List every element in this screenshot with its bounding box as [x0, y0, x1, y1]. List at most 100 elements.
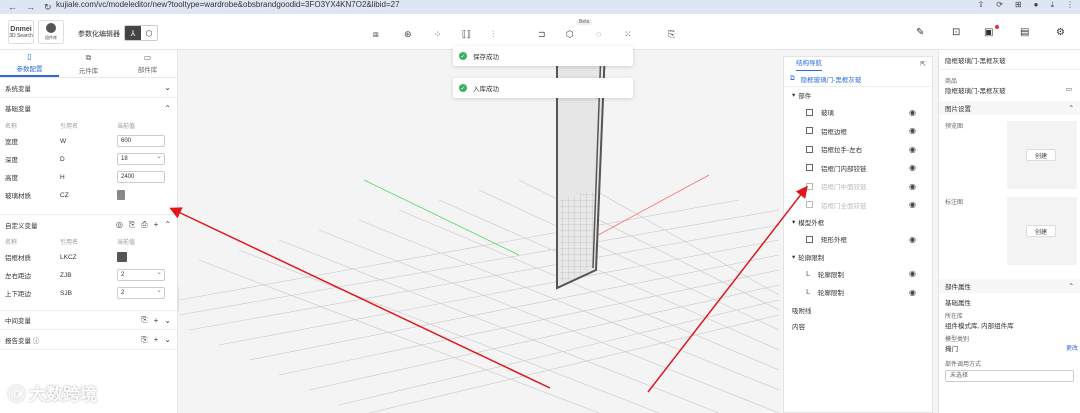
- tab-part-lib[interactable]: ▭ 部件库: [118, 50, 177, 77]
- nav-item[interactable]: 铝框边框 ◉: [784, 122, 932, 141]
- folder-icon[interactable]: ▭: [1066, 85, 1072, 95]
- grid-tool-icon[interactable]: ⁘: [434, 29, 442, 40]
- bracket-tool-icon[interactable]: ⟦⟧: [462, 29, 471, 40]
- var-row-lr-margin: 左右距边 ZJB 2: [0, 266, 177, 284]
- report-vars-header[interactable]: 报告变量 ⓘ ⎘ + ⌄: [0, 330, 177, 350]
- tab-component-lib[interactable]: ⧉ 元件库: [59, 50, 118, 77]
- create-annotation-button[interactable]: 创建: [1026, 225, 1056, 237]
- eye-icon[interactable]: ◉: [909, 182, 916, 191]
- height-input[interactable]: 2400: [117, 171, 165, 183]
- pencil-icon[interactable]: ✎: [916, 27, 924, 38]
- custom-vars-header[interactable]: 自定义变量 ◎ ⎘ ⎙ + ⌃: [0, 214, 177, 234]
- chevron-up-icon[interactable]: ⌃: [164, 104, 171, 113]
- help-icon[interactable]: ⓘ: [33, 338, 40, 345]
- back-icon[interactable]: ←: [8, 2, 17, 13]
- nav-item[interactable]: 铝框门中面铰链 ◉: [784, 177, 932, 196]
- export-icon[interactable]: ⎙: [141, 220, 147, 230]
- share-icon[interactable]: ⇧: [978, 0, 985, 10]
- reload-page-icon[interactable]: ⟳: [996, 0, 1003, 10]
- frame-material-swatch[interactable]: [117, 252, 127, 262]
- reload-icon[interactable]: ↻: [44, 2, 52, 13]
- model-mode-icon[interactable]: ⬡: [141, 26, 157, 40]
- doc-tool-icon[interactable]: ⎘: [668, 29, 675, 40]
- nav-item[interactable]: 铝框门全面铰链 ◉: [784, 196, 932, 215]
- nav-item[interactable]: ᒪ 轮廓限制 ◉: [784, 283, 932, 302]
- nav-group-content[interactable]: 内容: [784, 318, 932, 334]
- chevron-down-icon[interactable]: ⌄: [164, 335, 171, 344]
- chevron-down-icon[interactable]: ⌄: [164, 316, 171, 325]
- nav-item[interactable]: 铝框门内部铰链 ◉: [784, 159, 932, 178]
- eye-icon[interactable]: ◉: [909, 288, 916, 297]
- nav-group-model-frame[interactable]: ▾ 模型外框: [784, 214, 932, 230]
- change-link[interactable]: 更改: [1066, 343, 1078, 352]
- mode-toggle[interactable]: ⅄ ⬡: [124, 25, 158, 41]
- menu-icon[interactable]: ⋮: [1066, 0, 1074, 10]
- brand-logo[interactable]: Dnmei 3D Search: [8, 20, 34, 44]
- chevron-up-icon[interactable]: ⌃: [164, 220, 171, 229]
- nav-group-adsorption[interactable]: 吸附线: [784, 302, 932, 318]
- settings-icon[interactable]: ⚙: [1056, 27, 1065, 38]
- var-row-tb-margin: 上下距边 SJB 2: [0, 284, 177, 302]
- forward-icon[interactable]: →: [26, 2, 35, 13]
- eye-icon[interactable]: ◉: [909, 145, 916, 154]
- popout-icon[interactable]: ⇱: [920, 60, 926, 68]
- scatter-tool-icon[interactable]: ⁙: [624, 29, 632, 40]
- image-settings-header[interactable]: 图片设置 ⌃: [939, 101, 1080, 115]
- report-icon[interactable]: ▣: [984, 27, 993, 38]
- nav-group-parts[interactable]: ▾ 部件: [784, 87, 932, 103]
- glass-material-swatch[interactable]: [117, 190, 125, 200]
- part-icon: [806, 127, 813, 135]
- library-logo[interactable]: 组件库: [38, 20, 64, 44]
- beta-badge: Beta: [576, 19, 593, 25]
- tab-param-config[interactable]: ▯ 参数配置: [0, 50, 59, 77]
- 3d-viewport[interactable]: [179, 50, 779, 413]
- extensions-icon[interactable]: ⊞: [1015, 0, 1022, 10]
- chevron-down-icon[interactable]: ⌄: [164, 83, 171, 92]
- box-tool-icon[interactable]: ⬡: [566, 29, 574, 40]
- eye-icon[interactable]: ◉: [909, 163, 916, 172]
- profile-icon[interactable]: ●: [1034, 0, 1039, 10]
- import-icon[interactable]: ⎘: [129, 220, 135, 230]
- hook-tool-icon[interactable]: ⊐: [538, 29, 546, 40]
- basic-vars-header[interactable]: 基础变量 ⌃: [0, 98, 177, 118]
- add-icon[interactable]: +: [154, 316, 159, 325]
- add-icon[interactable]: +: [154, 220, 159, 229]
- system-vars-header[interactable]: 系统变量 ⌄: [0, 78, 177, 98]
- chart-icon[interactable]: ⊡: [952, 27, 960, 38]
- chevron-up-icon[interactable]: ⌃: [1069, 282, 1074, 290]
- target-icon[interactable]: ◎: [116, 220, 123, 229]
- layers-icon: ⧉: [790, 74, 795, 82]
- var-row-width: 宽度 W 600: [0, 132, 177, 150]
- nav-group-contour[interactable]: ▾ 轮廓限制: [784, 249, 932, 265]
- create-preview-button[interactable]: 创建: [1026, 149, 1056, 161]
- cube-tool-icon[interactable]: ⧈: [373, 29, 379, 40]
- parametric-mode-icon[interactable]: ⅄: [125, 26, 141, 40]
- import-icon[interactable]: ⎘: [141, 315, 147, 325]
- download-icon[interactable]: ⤓: [1050, 0, 1054, 10]
- import-icon[interactable]: ⎘: [141, 335, 147, 345]
- depth-select[interactable]: 18: [117, 152, 165, 165]
- eye-icon[interactable]: ◉: [909, 108, 916, 117]
- tb-margin-select[interactable]: 2: [117, 286, 165, 299]
- nav-item[interactable]: 铝框拉手-左右 ◉: [784, 140, 932, 159]
- middle-vars-header[interactable]: 中间变量 ⎘ + ⌄: [0, 310, 177, 330]
- nav-root-item[interactable]: ⧉ 隐框玻璃门-黑框灰玻: [784, 71, 932, 87]
- eye-icon[interactable]: ◉: [909, 200, 916, 209]
- call-mode-select[interactable]: 未选择: [945, 370, 1074, 382]
- nav-item[interactable]: 玻璃 ◉: [784, 103, 932, 122]
- eye-icon[interactable]: ◉: [909, 235, 916, 244]
- eye-icon[interactable]: ◉: [909, 269, 916, 278]
- nav-item[interactable]: ᒪ 轮廓限制 ◉: [784, 265, 932, 284]
- address-bar[interactable]: kujiale.com/vc/modeleditor/new?tooltype=…: [56, 0, 956, 12]
- eye-icon[interactable]: ◉: [909, 126, 916, 135]
- align-tool-icon[interactable]: ⫶: [492, 29, 494, 40]
- drop-tool-icon[interactable]: ◌: [596, 29, 601, 39]
- width-input[interactable]: 600: [117, 135, 165, 147]
- nav-item[interactable]: 矩形外框 ◉: [784, 230, 932, 249]
- part-props-header[interactable]: 部件属性 ⌃: [939, 279, 1080, 293]
- material-tool-icon[interactable]: ⊛: [404, 29, 412, 40]
- file-icon[interactable]: ▤: [1020, 27, 1029, 38]
- add-icon[interactable]: +: [154, 335, 159, 344]
- lr-margin-select[interactable]: 2: [117, 268, 165, 281]
- chevron-up-icon[interactable]: ⌃: [1069, 104, 1074, 112]
